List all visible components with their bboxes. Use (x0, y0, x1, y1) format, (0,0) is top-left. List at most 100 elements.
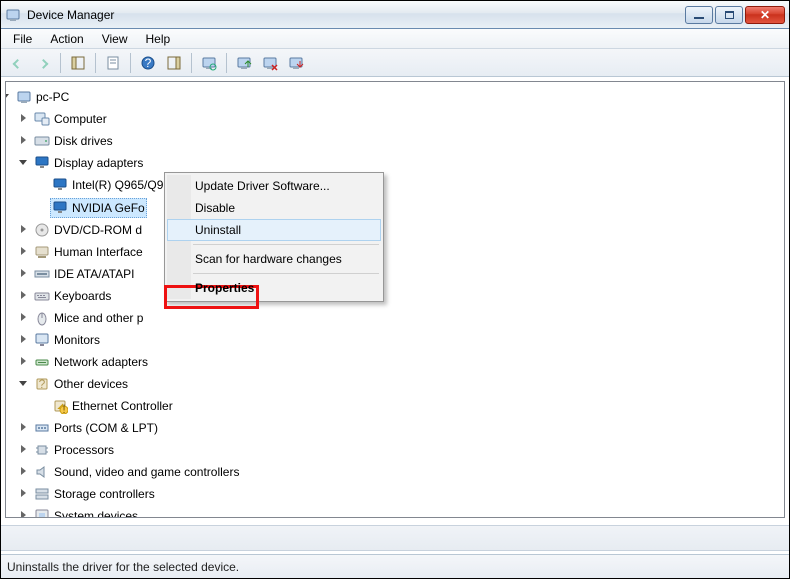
node-mice[interactable]: Mice and other p (32, 309, 145, 327)
expand-toggle[interactable] (18, 334, 29, 345)
ctx-label: Scan for hardware changes (195, 252, 342, 266)
node-computer[interactable]: Computer (32, 110, 109, 128)
node-label: DVD/CD-ROM d (54, 221, 142, 239)
node-hid[interactable]: Human Interface (32, 243, 145, 261)
uninstall-button[interactable] (258, 52, 282, 74)
action-pane-button[interactable] (162, 52, 186, 74)
node-label: Sound, video and game controllers (54, 463, 239, 481)
status-bar: Uninstalls the driver for the selected d… (1, 554, 789, 578)
node-ports[interactable]: Ports (COM & LPT) (32, 419, 160, 437)
node-label: Display adapters (54, 154, 143, 172)
node-display-adapters[interactable]: Display adapters (32, 154, 145, 172)
expand-toggle[interactable] (18, 113, 29, 124)
node-label: Human Interface (54, 243, 143, 261)
expand-toggle[interactable] (18, 378, 29, 389)
expand-toggle[interactable] (18, 510, 29, 518)
hid-icon (34, 244, 50, 260)
expand-toggle[interactable] (18, 422, 29, 433)
ctx-label: Update Driver Software... (195, 179, 330, 193)
node-sound[interactable]: Sound, video and game controllers (32, 463, 241, 481)
node-keyboards[interactable]: Keyboards (32, 287, 113, 305)
node-system[interactable]: System devices (32, 507, 140, 518)
node-label: Processors (54, 441, 114, 459)
expand-toggle[interactable] (18, 444, 29, 455)
expand-toggle[interactable] (18, 488, 29, 499)
mouse-icon (34, 310, 50, 326)
keyboard-icon (34, 288, 50, 304)
close-button[interactable]: ✕ (745, 6, 785, 24)
node-network[interactable]: Network adapters (32, 353, 150, 371)
expand-toggle[interactable] (18, 290, 29, 301)
node-monitors[interactable]: Monitors (32, 331, 102, 349)
node-label: IDE ATA/ATAPI (54, 265, 134, 283)
minimize-button[interactable] (685, 6, 713, 24)
display-icon (52, 200, 68, 216)
tree-root[interactable]: pc-PC (14, 88, 71, 106)
disk-icon (34, 133, 50, 149)
computer-icon (34, 111, 50, 127)
disable-button[interactable] (284, 52, 308, 74)
node-label: pc-PC (36, 88, 69, 106)
node-disk-drives[interactable]: Disk drives (32, 132, 115, 150)
nav-forward-button[interactable] (31, 52, 55, 74)
ctx-label: Properties (195, 281, 254, 295)
display-icon (34, 155, 50, 171)
expand-toggle[interactable] (18, 356, 29, 367)
menu-view[interactable]: View (94, 31, 136, 47)
ctx-uninstall[interactable]: Uninstall (167, 219, 381, 241)
expand-toggle[interactable] (18, 312, 29, 323)
title-bar: Device Manager ✕ (1, 1, 789, 29)
expand-toggle[interactable] (18, 246, 29, 257)
expand-toggle[interactable] (18, 224, 29, 235)
ctx-properties[interactable]: Properties (167, 277, 381, 299)
expand-toggle[interactable] (5, 91, 11, 102)
show-hide-console-button[interactable] (66, 52, 90, 74)
node-label: Ports (COM & LPT) (54, 419, 158, 437)
node-nvidia-display[interactable]: NVIDIA GeFo (50, 198, 147, 218)
node-label: Disk drives (54, 132, 113, 150)
node-label: Mice and other p (54, 309, 143, 327)
storage-icon (34, 486, 50, 502)
node-other-devices[interactable]: Other devices (32, 375, 130, 393)
expand-toggle[interactable] (18, 268, 29, 279)
ctx-update-driver[interactable]: Update Driver Software... (167, 175, 381, 197)
node-label: System devices (54, 507, 138, 518)
cpu-icon (34, 442, 50, 458)
node-label: NVIDIA GeFo (72, 199, 145, 217)
dvd-icon (34, 222, 50, 238)
monitor-icon (34, 332, 50, 348)
properties-button[interactable] (101, 52, 125, 74)
node-storage[interactable]: Storage controllers (32, 485, 157, 503)
ctx-disable[interactable]: Disable (167, 197, 381, 219)
context-menu: Update Driver Software... Disable Uninst… (164, 172, 384, 302)
ctx-scan-hardware[interactable]: Scan for hardware changes (167, 248, 381, 270)
node-ethernet-controller[interactable]: Ethernet Controller (50, 397, 175, 415)
scan-hardware-button[interactable] (197, 52, 221, 74)
maximize-button[interactable] (715, 6, 743, 24)
expand-toggle[interactable] (18, 135, 29, 146)
warning-device-icon (52, 398, 68, 414)
computer-icon (16, 89, 32, 105)
menu-file[interactable]: File (5, 31, 40, 47)
display-icon (52, 177, 68, 193)
status-text: Uninstalls the driver for the selected d… (7, 560, 239, 574)
node-processors[interactable]: Processors (32, 441, 116, 459)
menu-help[interactable]: Help (138, 31, 179, 47)
expand-toggle[interactable] (18, 157, 29, 168)
update-driver-button[interactable] (232, 52, 256, 74)
ide-icon (34, 266, 50, 282)
window-title: Device Manager (27, 8, 685, 22)
help-button[interactable]: ? (136, 52, 160, 74)
device-tree[interactable]: pc-PC Computer Disk drives Display adapt… (5, 81, 785, 518)
port-icon (34, 420, 50, 436)
expand-toggle[interactable] (18, 466, 29, 477)
node-dvd[interactable]: DVD/CD-ROM d (32, 221, 144, 239)
menu-action[interactable]: Action (42, 31, 91, 47)
node-label: Keyboards (54, 287, 111, 305)
ctx-label: Disable (195, 201, 235, 215)
system-icon (34, 508, 50, 518)
node-ide[interactable]: IDE ATA/ATAPI (32, 265, 136, 283)
node-label: Monitors (54, 331, 100, 349)
nav-back-button[interactable] (5, 52, 29, 74)
sound-icon (34, 464, 50, 480)
